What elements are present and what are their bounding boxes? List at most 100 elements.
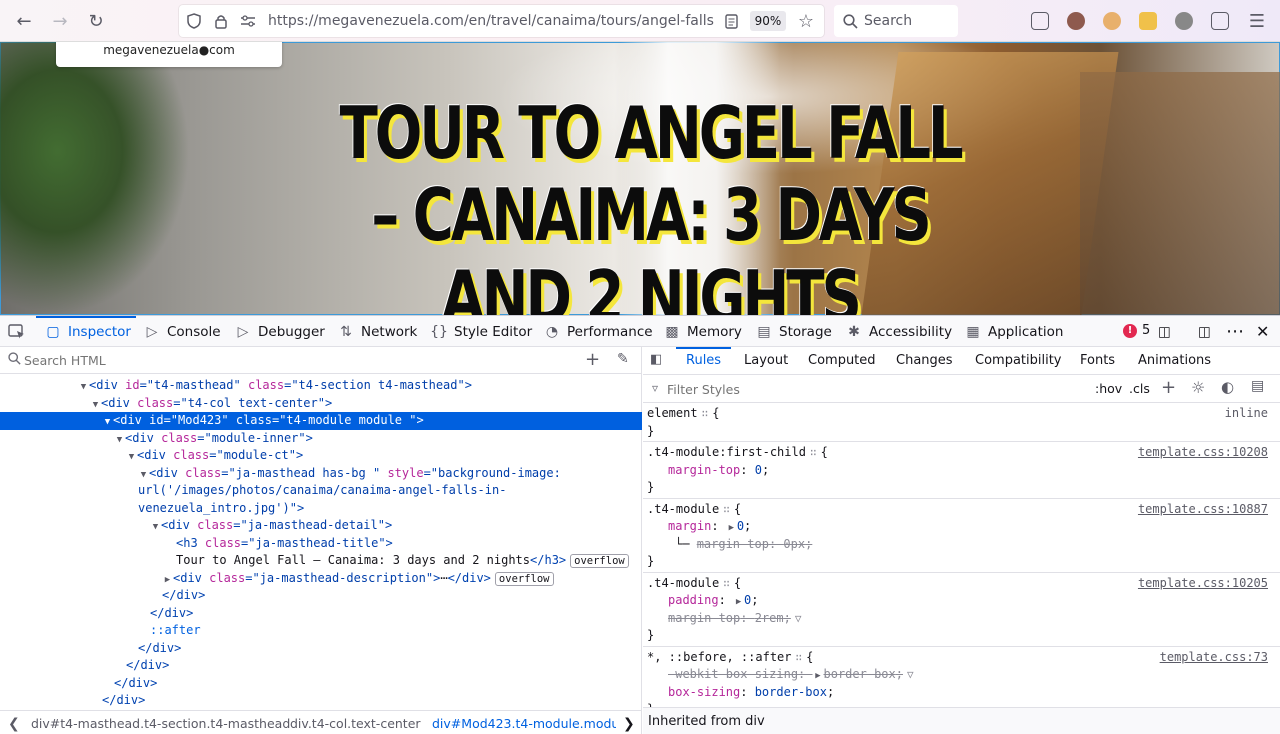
error-count-badge[interactable]: ! 5	[1123, 323, 1150, 338]
css-declaration-row[interactable]: margin-top: 0;	[643, 462, 1280, 480]
extension-brush-icon[interactable]	[1139, 12, 1157, 30]
css-declaration-row[interactable]: margin: ▶ 0;	[643, 518, 1280, 536]
rule-selector[interactable]: .t4-module	[647, 502, 719, 516]
rule-selector[interactable]: .t4-module	[647, 576, 719, 590]
css-declaration-row[interactable]: └─ margin-top: 0px;	[643, 536, 1280, 554]
rule-selector[interactable]: *, ::before, ::after	[647, 650, 792, 664]
css-declaration-row[interactable]: -webkit-box-sizing: ▶ border-box; ▽	[643, 666, 1280, 684]
tab-inspector[interactable]: ▢ Inspector	[44, 316, 131, 347]
breadcrumb-item-active[interactable]: div#Mod423.t4-module.module.	[432, 716, 616, 731]
pocket-icon[interactable]	[1031, 12, 1049, 30]
add-node-icon[interactable]: +	[585, 349, 600, 370]
markup-node[interactable]: </div>	[0, 657, 642, 675]
print-simulation-icon[interactable]: ▤	[1251, 378, 1264, 394]
selector-highlight-icon[interactable]: ∷	[810, 444, 817, 462]
hov-button[interactable]: :hov	[1095, 381, 1122, 396]
tab-memory[interactable]: ▩ Memory	[663, 316, 742, 347]
permissions-icon[interactable]	[239, 12, 257, 30]
subtab-changes[interactable]: Changes	[896, 353, 953, 368]
markup-node[interactable]: ▶ <div class="ja-masthead-description">⋯<…	[0, 570, 642, 588]
lock-icon[interactable]	[212, 12, 230, 30]
close-devtools-icon[interactable]: ✕	[1256, 316, 1269, 347]
dock-side-icon[interactable]: ◫	[1198, 316, 1211, 347]
search-html-input[interactable]	[24, 353, 564, 368]
shield-icon[interactable]	[185, 12, 203, 30]
rule-source-link[interactable]: template.css:10208	[1138, 444, 1268, 462]
url-text[interactable]: https://megavenezuela.com/en/travel/cana…	[268, 13, 714, 29]
markup-node[interactable]: </div>	[0, 587, 642, 605]
breadcrumb-next-icon[interactable]: ❯	[623, 716, 635, 732]
search-bar[interactable]: Search	[834, 5, 958, 37]
markup-node[interactable]: Tour to Angel Fall – Canaima: 3 days and…	[0, 552, 642, 570]
tab-style-editor[interactable]: {} Style Editor	[430, 316, 532, 347]
forward-icon[interactable]: →	[47, 9, 73, 33]
filter-property-icon[interactable]: ▽	[795, 610, 802, 628]
css-property-value[interactable]: border-box	[755, 685, 827, 699]
css-property-name[interactable]: -webkit-box-sizing	[668, 667, 798, 681]
rule-selector[interactable]: element	[647, 406, 698, 420]
filter-property-icon[interactable]: ▽	[907, 666, 914, 684]
breadcrumb-prev-icon[interactable]: ❮	[8, 716, 20, 732]
markup-node[interactable]: ▼ <div class="ja-masthead has-bg " style=…	[0, 465, 642, 483]
css-property-value[interactable]: 0	[737, 519, 744, 533]
css-property-value[interactable]: 2rem	[755, 611, 784, 625]
extension-face-icon[interactable]	[1103, 12, 1121, 30]
site-logo[interactable]: megavenezuela●com	[56, 42, 282, 67]
markup-node[interactable]: ▼ <div class="module-ct">	[0, 447, 642, 465]
markup-node[interactable]: url('/images/photos/canaima/canaima-ange…	[0, 482, 642, 500]
element-picker-icon[interactable]	[8, 316, 26, 347]
dark-scheme-icon[interactable]: ◐	[1221, 378, 1234, 396]
markup-node[interactable]: ::after	[0, 622, 642, 640]
selector-highlight-icon[interactable]: ∷	[702, 405, 709, 423]
rule-source-link[interactable]: template.css:10887	[1138, 501, 1268, 519]
tab-application[interactable]: ▦ Application	[964, 316, 1063, 347]
add-rule-icon[interactable]: +	[1161, 377, 1176, 398]
selector-highlight-icon[interactable]: ∷	[723, 501, 730, 519]
selector-highlight-icon[interactable]: ∷	[796, 649, 803, 667]
markup-node[interactable]: <h3 class="ja-masthead-title">	[0, 535, 642, 553]
markup-node-selected[interactable]: ▼ <div id="Mod423" class="t4-module modul…	[0, 412, 642, 430]
split-console-icon[interactable]: ◫	[1158, 316, 1171, 347]
light-scheme-icon[interactable]: ☼	[1191, 378, 1205, 397]
markup-node[interactable]: ▼ <div class="t4-col text-center">	[0, 395, 642, 413]
eyedropper-icon[interactable]: ✎	[617, 351, 629, 367]
reload-icon[interactable]: ↻	[83, 9, 109, 33]
toggle-pane-icon[interactable]: ◧	[650, 352, 662, 367]
subtab-layout[interactable]: Layout	[744, 353, 788, 368]
rule-source-link[interactable]: template.css:10205	[1138, 575, 1268, 593]
css-declaration[interactable]: margin-top: 0;	[668, 462, 769, 480]
css-declaration[interactable]: box-sizing: border-box;	[668, 684, 834, 702]
rule-source-link[interactable]: template.css:73	[1160, 649, 1268, 667]
selector-highlight-icon[interactable]: ∷	[723, 575, 730, 593]
markup-node[interactable]: ▼ <div class="ja-masthead-detail">	[0, 517, 642, 535]
cls-button[interactable]: .cls	[1129, 381, 1150, 396]
css-property-value[interactable]: 0px	[783, 537, 805, 551]
subtab-compatibility[interactable]: Compatibility	[975, 353, 1062, 368]
tab-accessibility[interactable]: ✱ Accessibility	[845, 316, 952, 347]
more-options-icon[interactable]: ⋯	[1226, 316, 1244, 347]
subtab-rules[interactable]: Rules	[686, 353, 721, 368]
rule-selector[interactable]: .t4-module:first-child	[647, 445, 806, 459]
css-property-name[interactable]: box-sizing	[668, 685, 740, 699]
overflow-badge[interactable]: overflow	[494, 571, 554, 586]
css-property-name[interactable]: margin	[668, 519, 711, 533]
css-property-value[interactable]: 0	[755, 463, 762, 477]
markup-node[interactable]: ▼ <div class="module-inner">	[0, 430, 642, 448]
subtab-computed[interactable]: Computed	[808, 353, 876, 368]
bookmark-star-icon[interactable]: ☆	[797, 11, 815, 32]
reader-view-icon[interactable]	[722, 12, 740, 30]
back-icon[interactable]: ←	[11, 9, 37, 33]
markup-node[interactable]: </div>	[0, 640, 642, 658]
subtab-animations[interactable]: Animations	[1138, 353, 1211, 368]
css-property-value[interactable]: border-box	[824, 667, 896, 681]
markup-node[interactable]: ▼ <div id="t4-masthead" class="t4-section…	[0, 377, 642, 395]
tab-storage[interactable]: ▤ Storage	[755, 316, 831, 347]
zoom-level-badge[interactable]: 90%	[750, 11, 786, 31]
css-declaration-row[interactable]: box-sizing: border-box;	[643, 684, 1280, 702]
tab-console[interactable]: ▷ Console	[143, 316, 221, 347]
subtab-fonts[interactable]: Fonts	[1080, 353, 1115, 368]
css-declaration[interactable]: └─ margin-top: 0px;	[675, 536, 812, 554]
extension-gear-icon[interactable]	[1175, 12, 1193, 30]
url-bar[interactable]: https://megavenezuela.com/en/travel/cana…	[179, 5, 824, 37]
menu-hamburger-icon[interactable]: ☰	[1244, 9, 1270, 33]
